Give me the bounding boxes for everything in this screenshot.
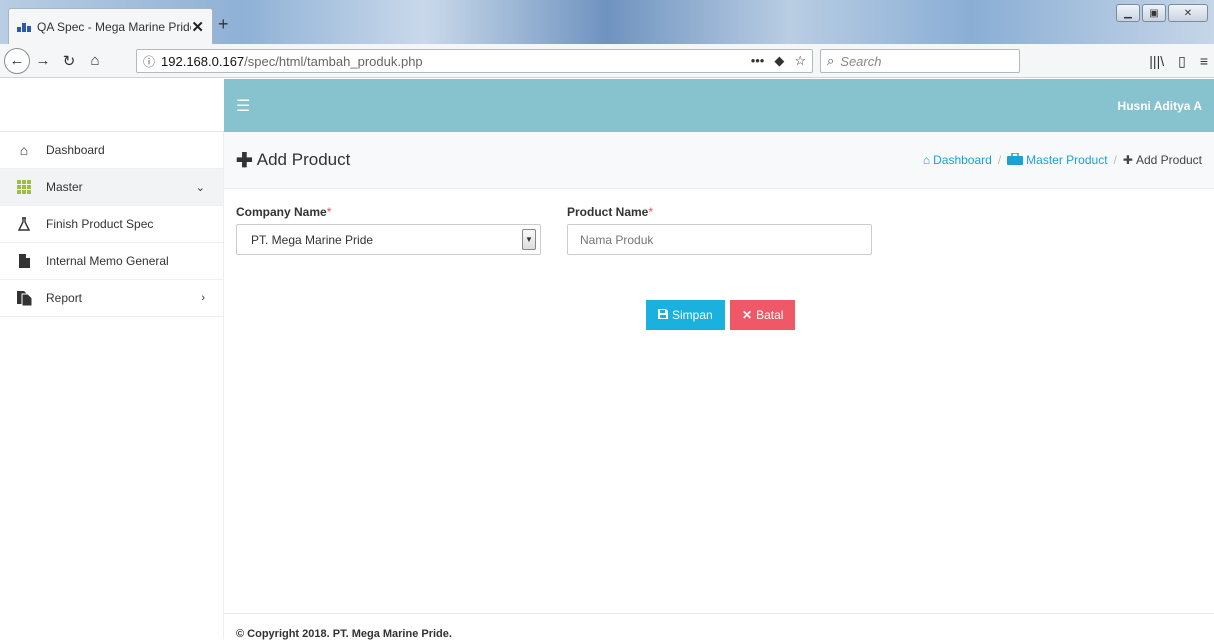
- reload-icon[interactable]: ↻: [56, 48, 82, 74]
- sidebar-item-dashboard[interactable]: ⌂ Dashboard: [0, 132, 223, 169]
- pocket-icon[interactable]: ◆: [774, 53, 784, 69]
- chevron-right-icon: ›: [201, 292, 205, 304]
- product-name-label: Product Name*: [567, 205, 654, 219]
- plus-icon: ✚: [236, 149, 253, 172]
- library-icon[interactable]: |||\: [1149, 53, 1164, 69]
- breadcrumb-current: ✚ Add Product: [1123, 153, 1202, 167]
- files-icon: [14, 290, 34, 306]
- breadcrumb: ⌂ Dashboard / Master Product / ✚ Add Pro…: [923, 151, 1202, 168]
- minimize-icon[interactable]: ▁: [1116, 4, 1140, 22]
- grid-icon: [14, 180, 34, 194]
- bookmark-star-icon[interactable]: ☆: [794, 53, 806, 69]
- briefcase-icon: [1007, 151, 1024, 168]
- breadcrumb-dashboard[interactable]: ⌂ Dashboard: [923, 153, 992, 167]
- menu-toggle-icon[interactable]: ☰: [236, 96, 250, 116]
- window-controls: ▁ ▣ ✕: [1116, 4, 1208, 22]
- page-actions-icon[interactable]: •••: [751, 53, 765, 69]
- breadcrumb-separator: /: [1113, 153, 1117, 167]
- copyright-text: © Copyright 2018. PT. Mega Marine Pride.: [236, 628, 452, 640]
- page-title: ✚ Add Product: [236, 148, 350, 173]
- sidebar-item-master[interactable]: Master ⌄: [0, 169, 223, 206]
- sidebar-item-label: Master: [46, 180, 83, 194]
- search-icon: ⌕: [827, 53, 835, 68]
- sidebar-item-label: Finish Product Spec: [46, 217, 154, 231]
- url-path: /spec/html/tambah_produk.php: [244, 53, 423, 69]
- url-bar[interactable]: ⓘ 192.168.0.167 /spec/html/tambah_produk…: [136, 49, 813, 73]
- close-icon: ✕: [742, 308, 753, 322]
- cancel-button[interactable]: ✕ Batal: [730, 300, 796, 330]
- home-button-icon[interactable]: ⌂: [82, 48, 108, 74]
- company-name-label: Company Name*: [236, 205, 332, 219]
- sidebar-item-label: Dashboard: [46, 143, 105, 157]
- chevron-down-icon: ⌄: [195, 181, 205, 194]
- site-favicon-icon: [17, 22, 31, 32]
- user-name[interactable]: Husni Aditya A: [1118, 99, 1202, 113]
- browser-titlebar: QA Spec - Mega Marine Pride ✕ + ▁ ▣ ✕: [0, 0, 1214, 44]
- maximize-icon[interactable]: ▣: [1142, 4, 1166, 22]
- site-info-icon[interactable]: ⓘ: [143, 53, 155, 70]
- floppy-disk-icon: [658, 308, 668, 322]
- close-window-icon[interactable]: ✕: [1168, 4, 1208, 22]
- page-footer: © Copyright 2018. PT. Mega Marine Pride.: [224, 613, 1214, 640]
- breadcrumb-separator: /: [997, 153, 1002, 167]
- sidebar-logo-area: [0, 79, 224, 132]
- document-icon: [14, 254, 34, 268]
- company-name-select[interactable]: PT. Mega Marine Pride ▼: [236, 224, 541, 255]
- hamburger-menu-icon[interactable]: ≡: [1200, 53, 1208, 69]
- main-content: ✚ Add Product ⌂ Dashboard / Master Produ…: [224, 132, 1214, 613]
- new-tab-button[interactable]: +: [218, 14, 229, 35]
- browser-navbar: ← → ↻ ⌂ ⓘ 192.168.0.167 /spec/html/tamba…: [0, 44, 1214, 78]
- forward-arrow-icon[interactable]: →: [30, 48, 56, 74]
- cancel-button-label: Batal: [756, 308, 784, 322]
- breadcrumb-master-product-label: Master Product: [1026, 153, 1108, 167]
- search-input[interactable]: ⌕ Search: [820, 49, 1020, 73]
- home-icon: ⌂: [922, 153, 931, 167]
- sidebar-item-label: Report: [46, 291, 83, 305]
- breadcrumb-dashboard-label: Dashboard: [933, 153, 992, 167]
- sidebar-item-report[interactable]: Report ›: [0, 280, 223, 317]
- sidebar-item-internal-memo[interactable]: Internal Memo General: [0, 243, 223, 280]
- plus-icon: ✚: [1122, 153, 1133, 167]
- dropdown-arrow-icon[interactable]: ▼: [522, 229, 536, 250]
- required-mark: *: [326, 205, 332, 219]
- company-name-field: Company Name* PT. Mega Marine Pride ▼: [236, 205, 541, 255]
- breadcrumb-master-product[interactable]: Master Product: [1007, 151, 1108, 168]
- url-host: 192.168.0.167: [161, 53, 245, 69]
- home-icon: ⌂: [19, 142, 29, 158]
- save-button-label: Simpan: [672, 308, 713, 322]
- browser-tab[interactable]: QA Spec - Mega Marine Pride ✕: [8, 8, 213, 44]
- flask-icon: [14, 217, 34, 231]
- breadcrumb-current-label: Add Product: [1135, 153, 1202, 167]
- tab-title: QA Spec - Mega Marine Pride: [37, 19, 192, 34]
- sidebar-item-finish-product-spec[interactable]: Finish Product Spec: [0, 206, 223, 243]
- product-name-field: Product Name*: [567, 205, 872, 255]
- save-button[interactable]: Simpan: [646, 300, 725, 330]
- product-name-input[interactable]: [567, 224, 872, 255]
- sidebar-toggle-icon[interactable]: ▯: [1178, 53, 1186, 70]
- company-name-value: PT. Mega Marine Pride: [251, 232, 374, 247]
- tab-close-icon[interactable]: ✕: [191, 18, 204, 36]
- sidebar: ⌂ Dashboard Master ⌄ Finish Product Spec…: [0, 132, 224, 639]
- back-arrow-icon[interactable]: ←: [4, 47, 30, 74]
- required-mark: *: [648, 205, 654, 219]
- add-product-form: Company Name* PT. Mega Marine Pride ▼ Pr…: [224, 189, 1214, 489]
- sidebar-item-label: Internal Memo General: [46, 254, 169, 268]
- page-header: ✚ Add Product ⌂ Dashboard / Master Produ…: [224, 132, 1214, 189]
- app-header: ☰ Husni Aditya A: [224, 79, 1214, 132]
- search-placeholder: Search: [840, 53, 882, 69]
- page-title-text: Add Product: [256, 150, 351, 169]
